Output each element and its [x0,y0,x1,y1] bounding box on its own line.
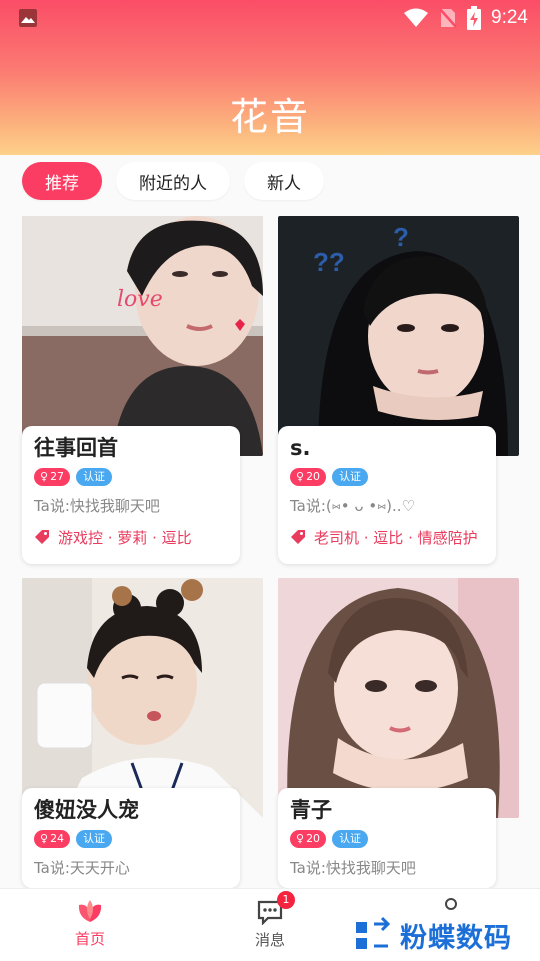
user-photo [278,578,519,818]
category-tabs: 推荐 附近的人 新人 [22,162,324,200]
female-icon: ♀ [296,832,305,845]
verified-badge: 认证 [76,830,113,848]
no-sim-icon [439,8,457,28]
svg-text:??: ?? [313,247,345,277]
user-tags: 游戏控 · 萝莉 · 逗比 [34,526,228,548]
unread-badge: 1 [277,891,295,909]
watermark-logo: 粉蝶数码 [340,910,540,960]
app-header: 9:24 花音 [0,0,540,155]
tab-nearby[interactable]: 附近的人 [116,162,230,200]
nav-messages[interactable]: 1 消息 [225,891,315,950]
user-info: 傻妞没人宠 ♀ 24 认证 Ta说:天天开心 [22,788,240,888]
verified-badge: 认证 [332,830,369,848]
user-tags: 老司机 · 逗比 · 情感陪护 [290,526,484,548]
user-photo: ?? ? [278,216,519,456]
tab-new[interactable]: 新人 [244,162,324,200]
user-quote: Ta说:(⑅• ᴗ •⑅)..♡ [290,497,416,515]
verified-badge: 认证 [332,468,369,486]
page-title: 花音 [229,95,310,139]
user-name: 青子 [290,798,332,822]
age-badge: ♀ 24 [34,830,71,848]
user-photo [22,578,263,818]
svg-text:love: love [117,287,163,312]
user-card[interactable]: love 往事回首 ♀ 27 认证 Ta说:快找我聊天吧 游戏控 · 萝莉 · 逗… [22,216,263,566]
user-info: 往事回首 ♀ 27 认证 Ta说:快找我聊天吧 游戏控 · 萝莉 · 逗比 [22,426,240,564]
female-icon: ♀ [296,470,305,483]
user-card[interactable]: 青子 ♀ 20 认证 Ta说:快找我聊天吧 [278,578,519,888]
tag-icon [291,530,305,544]
user-card[interactable]: ?? ? s. ♀ 20 认证 Ta说:(⑅• ᴗ •⑅)..♡ 老司机 · 逗比… [278,216,519,566]
battery-charging-icon [467,6,482,30]
clock: 9:24 [491,7,528,28]
nav-messages-label: 消息 [254,931,285,949]
user-name: 傻妞没人宠 [34,798,139,822]
age-badge: ♀ 20 [290,468,327,486]
user-info: s. ♀ 20 认证 Ta说:(⑅• ᴗ •⑅)..♡ 老司机 · 逗比 · 情感… [278,426,496,564]
tag-icon [35,530,49,544]
status-bar: 9:24 [0,0,540,36]
nav-home-label: 首页 [74,930,105,948]
user-info: 青子 ♀ 20 认证 Ta说:快找我聊天吧 [278,788,496,888]
user-quote: Ta说:快找我聊天吧 [34,497,160,515]
tab-recommend[interactable]: 推荐 [22,162,102,200]
user-photo: love [22,216,263,456]
age-badge: ♀ 27 [34,468,71,486]
user-quote: Ta说:天天开心 [34,859,130,877]
gallery-icon [19,9,37,27]
user-name: 往事回首 [34,436,118,460]
verified-badge: 认证 [76,468,113,486]
female-icon: ♀ [40,470,49,483]
female-icon: ♀ [40,832,49,845]
wifi-icon [404,8,429,27]
svg-text:?: ? [393,222,409,252]
nav-home[interactable]: 首页 [45,899,135,949]
watermark-text: 粉蝶数码 [400,922,512,954]
user-name: s. [290,436,311,460]
age-badge: ♀ 20 [290,830,327,848]
user-quote: Ta说:快找我聊天吧 [290,859,416,877]
watermark-icon [356,916,391,949]
user-card[interactable]: 傻妞没人宠 ♀ 24 认证 Ta说:天天开心 [22,578,263,888]
petal-icon [78,900,102,922]
